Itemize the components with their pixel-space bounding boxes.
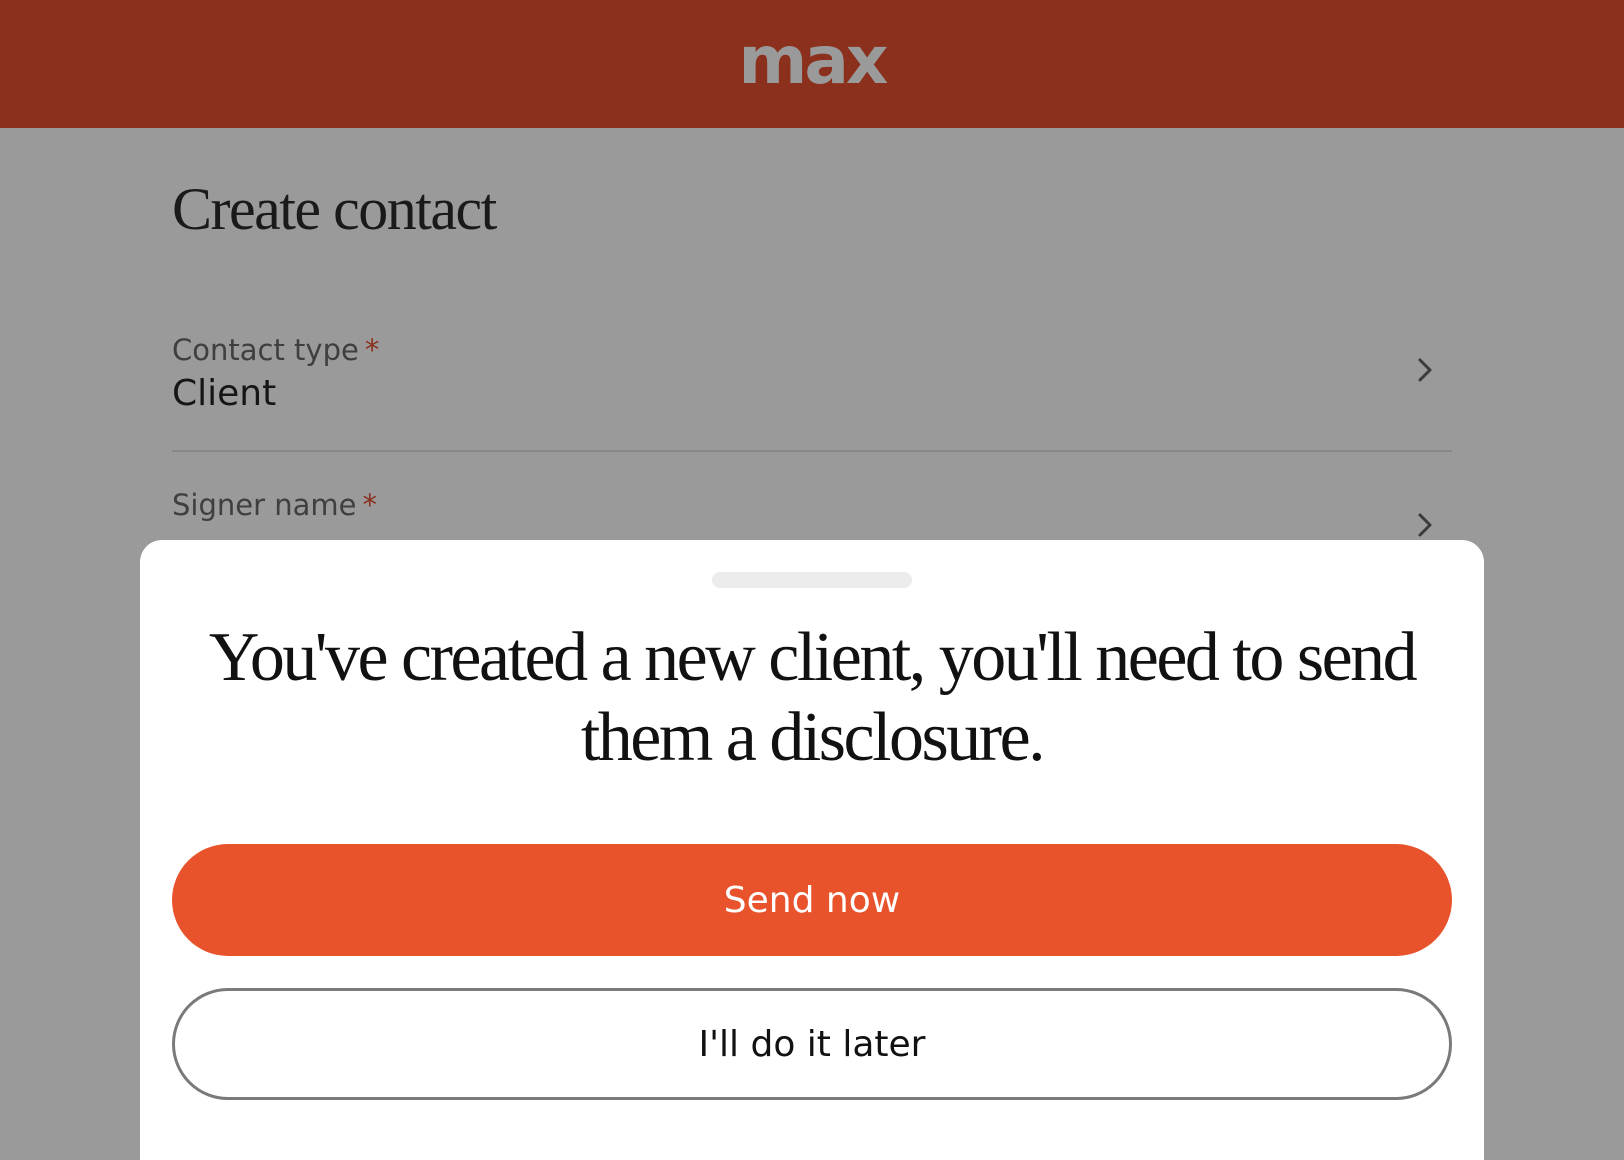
max-logo: max [738,22,889,99]
do-it-later-button[interactable]: I'll do it later [172,988,1452,1100]
chevron-right-icon [1418,358,1432,382]
contact-type-value: Client [172,372,277,414]
send-now-button[interactable]: Send now [172,844,1452,956]
bottom-sheet-modal: You've created a new client, you'll need… [140,540,1484,1160]
chevron-right-icon [1418,513,1432,537]
page-title: Create contact [172,176,497,242]
signer-name-label: Signer name * [172,488,1452,523]
sheet-drag-handle[interactable] [712,572,912,588]
contact-type-field[interactable]: Contact type * Client [172,333,1452,452]
contact-type-label: Contact type * [172,333,1452,368]
signer-name-label-text: Signer name [172,488,357,522]
modal-title: You've created a new client, you'll need… [208,619,1418,776]
contact-type-label-text: Contact type [172,333,359,367]
required-asterisk: * [362,488,377,522]
required-asterisk: * [364,333,380,367]
app-header: max [0,0,1624,128]
